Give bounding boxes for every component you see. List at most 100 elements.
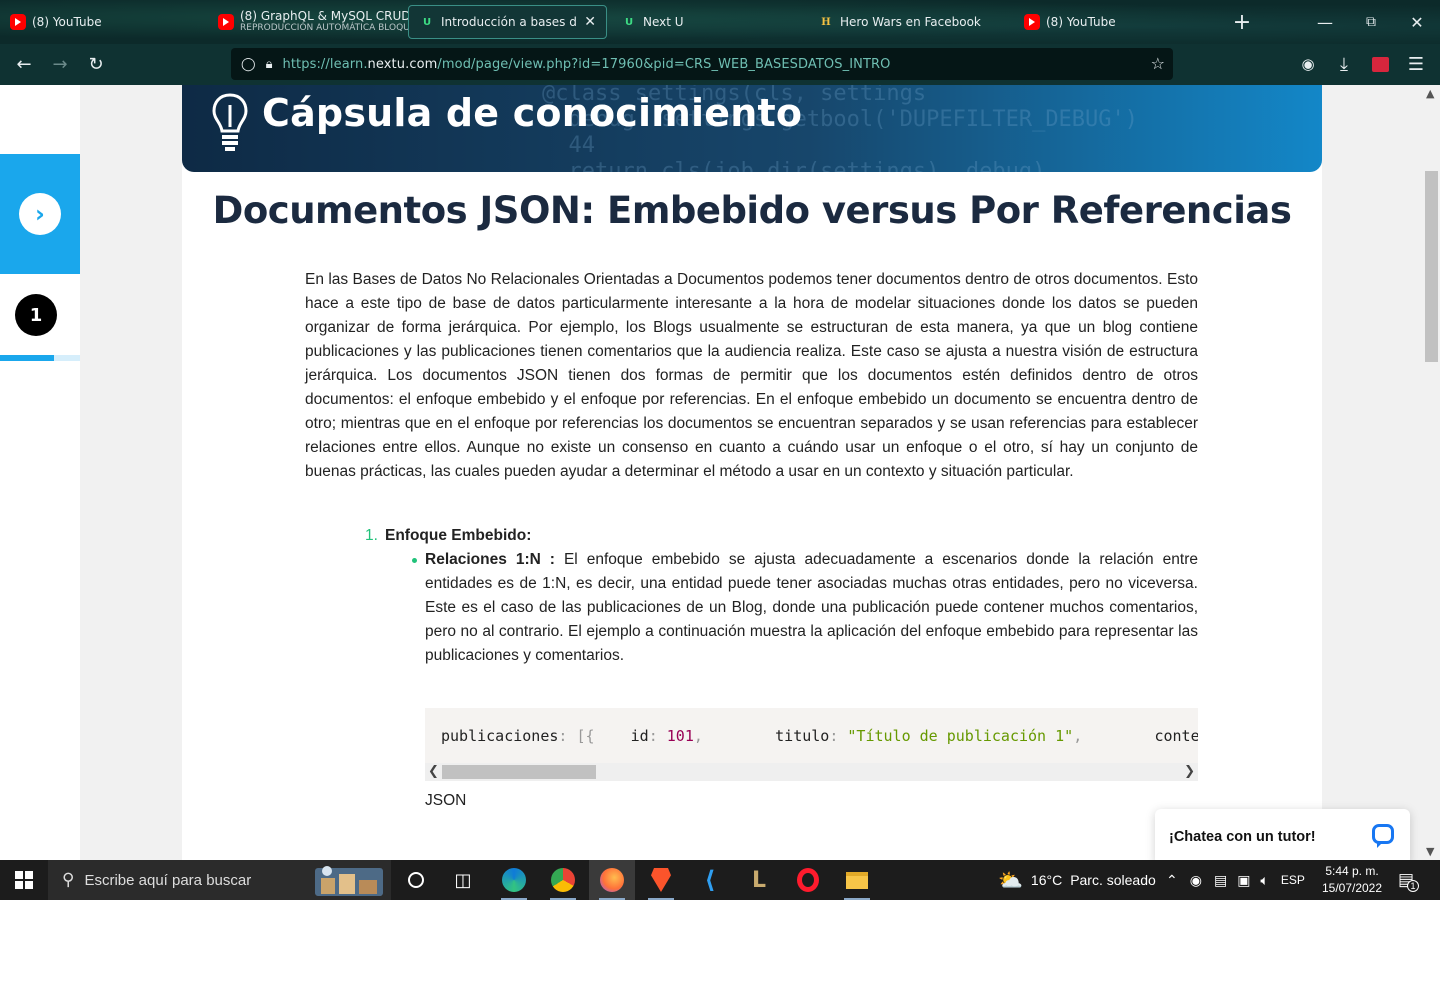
scroll-up-icon[interactable]: ▲	[1426, 87, 1434, 100]
file-explorer-icon[interactable]	[834, 860, 880, 900]
scrollbar-thumb[interactable]	[1425, 171, 1438, 362]
code-number: 101	[666, 727, 694, 745]
tab-next-u[interactable]: U Next U	[611, 0, 808, 44]
chat-label: ¡Chatea con un tutor!	[1169, 829, 1316, 845]
lock-icon[interactable]: 🔒︎	[266, 57, 273, 72]
firefox-icon[interactable]	[589, 860, 635, 900]
nextu-icon: U	[624, 16, 634, 28]
tab-graphql-mysql[interactable]: (8) GraphQL & MySQL CRUD c REPRODUCCIÓN …	[208, 0, 421, 44]
tab-title: Introducción a bases de dat	[441, 15, 577, 29]
network-icon[interactable]: ▣	[1237, 872, 1250, 889]
task-view-icon[interactable]: ◫	[440, 860, 486, 900]
scroll-right-icon[interactable]: ❯	[1184, 764, 1195, 779]
address-bar[interactable]: ◯ 🔒︎ https://learn.nextu.com/mod/page/vi…	[231, 48, 1173, 80]
code-horizontal-scrollbar[interactable]: ❮ ❯	[425, 763, 1198, 781]
code-key: id	[630, 727, 649, 745]
back-icon[interactable]: ←	[6, 46, 42, 82]
next-page-button[interactable]: ›	[0, 154, 80, 274]
youtube-icon	[1024, 14, 1040, 30]
tab-introduccion-bases-datos[interactable]: U Introducción a bases de dat ✕	[408, 5, 607, 39]
vscode-icon[interactable]: ⟨	[687, 860, 733, 900]
clock-time: 5:44 p. m.	[1325, 864, 1379, 878]
tab-title: (8) YouTube	[1046, 15, 1116, 29]
youtube-icon	[10, 14, 26, 30]
scrollbar-thumb[interactable]	[442, 765, 596, 779]
tab-youtube-1[interactable]: (8) YouTube	[0, 0, 208, 44]
code-punct: : [{	[558, 727, 595, 745]
code-caption: JSON	[425, 792, 467, 809]
url-prefix: https://learn.	[282, 56, 368, 72]
step-number-badge[interactable]: 1	[15, 294, 57, 336]
restore-button[interactable]: ⧉	[1348, 0, 1394, 44]
cortana-icon[interactable]	[393, 860, 439, 900]
tab-hero-wars[interactable]: H Hero Wars en Facebook	[808, 0, 1014, 44]
nextu-icon: U	[422, 16, 432, 28]
notification-count: 1	[1407, 880, 1420, 892]
blank-area	[0, 900, 1440, 998]
chat-with-tutor-button[interactable]: ¡Chatea con un tutor!	[1155, 809, 1410, 860]
code-block[interactable]: publicaciones: [{ id: 101, titulo: "Títu…	[425, 708, 1198, 781]
forward-icon[interactable]: →	[42, 46, 78, 82]
code-punct: :	[648, 727, 667, 745]
list-number: 1.	[365, 527, 378, 544]
course-sidebar: › 1	[0, 85, 80, 860]
new-tab-button[interactable]: +	[1219, 0, 1265, 44]
windows-taskbar: ⚲ Escribe aquí para buscar ◫ ⟨ L ⛅ 16°C …	[0, 860, 1440, 900]
scroll-down-icon[interactable]: ▼	[1426, 845, 1434, 858]
reload-icon[interactable]: ↻	[78, 46, 114, 82]
code-key: conteni	[1154, 727, 1198, 745]
url-domain: nextu.com	[367, 56, 438, 72]
code-key: publicaciones	[441, 727, 559, 745]
code-punct: ,	[693, 727, 703, 745]
edge-icon[interactable]	[491, 860, 537, 900]
lightbulb-icon	[212, 93, 248, 151]
volume-icon[interactable]: 🔈︎	[1260, 872, 1268, 889]
pocket-icon[interactable]: ◉	[1290, 46, 1326, 82]
shield-icon[interactable]: ◯	[241, 57, 256, 72]
ordered-list: 1. Enfoque Embebido: Relaciones 1:N : El…	[365, 524, 1198, 668]
tab-title: Hero Wars en Facebook	[840, 15, 981, 29]
tab-youtube-2[interactable]: (8) YouTube	[1014, 0, 1214, 44]
notifications-button[interactable]: ▤ 1	[1398, 860, 1420, 900]
taskbar-clock[interactable]: 5:44 p. m. 15/07/2022	[1316, 863, 1388, 897]
tab-subtitle: REPRODUCCIÓN AUTOMÁTICA BLOQUE	[240, 23, 416, 33]
search-icon: ⚲	[62, 870, 75, 889]
tab-title-group: (8) GraphQL & MySQL CRUD c REPRODUCCIÓN …	[240, 10, 421, 34]
browser-tab-strip: (8) YouTube (8) GraphQL & MySQL CRUD c R…	[0, 0, 1440, 44]
tray-icons: ⌃ ◉ ▤ ▣ 🔈︎ ESP	[1166, 860, 1305, 900]
taskbar-search-placeholder: Escribe aquí para buscar	[84, 871, 252, 889]
chevron-right-icon: ›	[19, 193, 61, 235]
menu-icon[interactable]: ☰	[1398, 46, 1434, 82]
league-of-legends-icon[interactable]: L	[736, 860, 782, 900]
weather-desc: Parc. soleado	[1070, 872, 1156, 888]
extension-icon[interactable]	[1362, 46, 1398, 82]
weather-temp: 16°C	[1030, 872, 1063, 888]
start-button[interactable]	[0, 860, 48, 900]
code-string: "Título de publicación 1"	[847, 727, 1074, 745]
taskbar-search-box[interactable]: ⚲ Escribe aquí para buscar	[48, 860, 391, 900]
language-indicator[interactable]: ESP	[1281, 873, 1305, 887]
progress-bar	[0, 355, 80, 361]
tab-title: (8) GraphQL & MySQL CRUD c	[240, 9, 421, 23]
download-icon[interactable]: ⤓	[1326, 46, 1362, 82]
page-viewport: › 1 @class settings(cls, settings debug …	[0, 85, 1440, 860]
meet-now-icon[interactable]: ▤	[1214, 872, 1227, 889]
bookmark-star-icon[interactable]: ☆	[1151, 54, 1165, 73]
scroll-left-icon[interactable]: ❮	[428, 764, 439, 779]
close-tab-icon[interactable]: ✕	[584, 14, 596, 30]
progress-bar-fill	[0, 355, 55, 361]
minimize-button[interactable]: —	[1302, 0, 1348, 44]
brave-icon[interactable]	[638, 860, 684, 900]
chat-bubble-icon	[1372, 824, 1394, 848]
partly-sunny-icon: ⛅	[998, 869, 1023, 892]
close-window-button[interactable]: ✕	[1394, 0, 1440, 44]
opera-icon[interactable]	[785, 860, 831, 900]
chrome-icon[interactable]	[540, 860, 586, 900]
page-vertical-scrollbar[interactable]: ▲ ▼	[1422, 85, 1440, 860]
code-key: titulo	[775, 727, 830, 745]
weather-widget[interactable]: ⛅ 16°C Parc. soleado	[998, 860, 1156, 900]
record-icon[interactable]: ◉	[1190, 872, 1202, 889]
url-text: https://learn.nextu.com/mod/page/view.ph…	[282, 57, 890, 72]
banner-title: Cápsula de conocimiento	[262, 91, 803, 135]
chevron-up-icon[interactable]: ⌃	[1166, 872, 1178, 889]
